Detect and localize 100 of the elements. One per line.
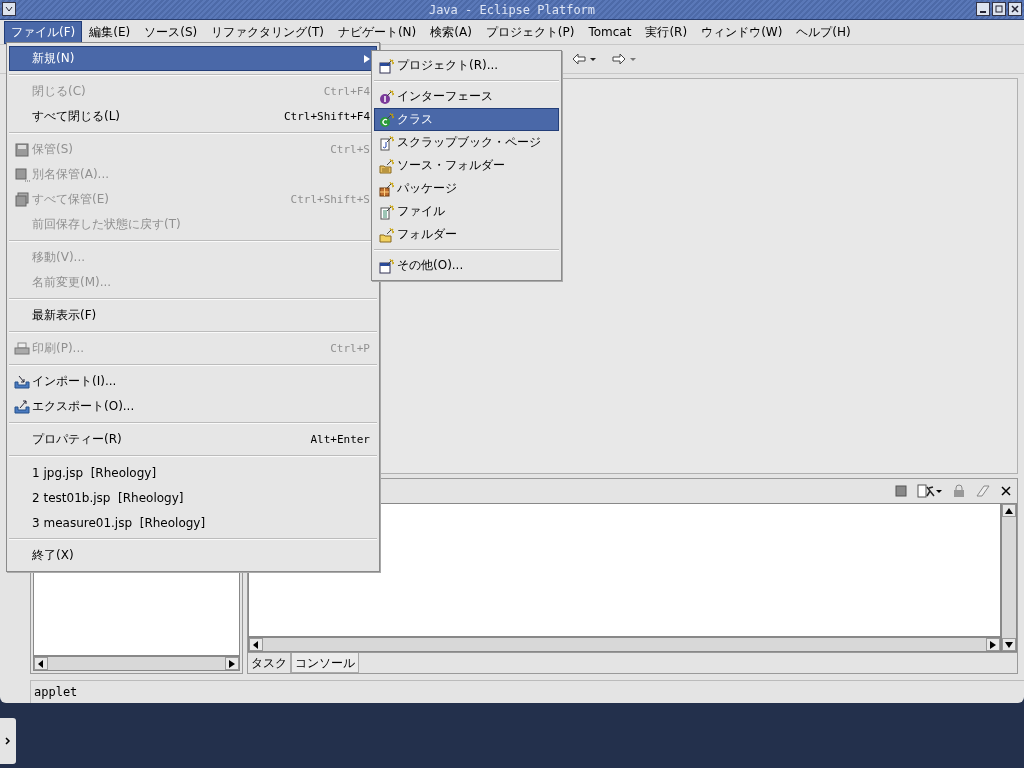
shortcut-text: Ctrl+Shift+F4 [283, 110, 370, 123]
new-interface-icon [379, 88, 395, 105]
import-icon [14, 373, 30, 390]
scroll-button[interactable] [34, 657, 48, 670]
menu-item[interactable]: 実行(R) [638, 20, 695, 44]
menu-item[interactable]: 検索(A) [423, 20, 479, 44]
menu-item-label: 終了(X) [32, 547, 75, 564]
horizontal-scrollbar[interactable] [248, 637, 1001, 652]
horizontal-scrollbar[interactable] [33, 656, 240, 671]
menu-item-label: プロパティー(R) [32, 431, 123, 448]
new-window-icon [379, 57, 395, 74]
close-icon[interactable] [1008, 2, 1022, 16]
menu-item[interactable]: ウィンドウ(W) [694, 20, 790, 44]
menu-item[interactable]: プロパティー(R) Alt+Enter [9, 427, 377, 452]
scroll-button[interactable] [225, 657, 239, 670]
menu-item[interactable]: ソース・フォルダー [374, 154, 559, 177]
close-icon[interactable] [1001, 486, 1011, 496]
menu-item[interactable]: 終了(X) [9, 543, 377, 568]
menu-item[interactable]: パッケージ [374, 177, 559, 200]
menu-item[interactable]: その他(O)... [374, 254, 559, 277]
vertical-scrollbar[interactable] [1001, 503, 1017, 652]
menu-item-label: クラス [397, 111, 434, 128]
printer-icon [14, 340, 30, 357]
status-text: applet [30, 680, 1024, 703]
export-icon [14, 398, 30, 415]
eraser-icon[interactable] [975, 484, 991, 498]
menu-item-label: 閉じる(C) [32, 83, 87, 100]
menu-item[interactable]: 編集(E) [82, 20, 138, 44]
new-class-icon [379, 111, 395, 128]
forward-arrow-icon[interactable] [612, 52, 638, 66]
menu-item-label: 印刷(P)... [32, 340, 86, 357]
menu-item[interactable]: 新規(N) [9, 46, 377, 71]
menu-item-label: 前回保存した状態に戻す(T) [32, 216, 182, 233]
back-arrow-icon[interactable] [572, 52, 598, 66]
menu-item[interactable]: クラス [374, 108, 559, 131]
window-title: Java - Eclipse Platform [428, 2, 596, 17]
menu-item-label: ソース・フォルダー [397, 157, 506, 174]
shortcut-text: Ctrl+P [330, 342, 370, 355]
menu-item[interactable]: 2 test01b.jsp [Rheology] [9, 485, 377, 510]
view-tab[interactable]: コンソール [291, 653, 359, 673]
menu-item[interactable]: リファクタリング(T) [204, 20, 331, 44]
menu-item[interactable]: ヘルプ(H) [789, 20, 858, 44]
left-arrow-icon [253, 640, 259, 649]
menu-item[interactable]: 3 measure01.jsp [Rheology] [9, 510, 377, 535]
shortcut-text: Ctrl+S [330, 143, 370, 156]
menu-item[interactable]: フォルダー [374, 223, 559, 246]
menu-item[interactable]: ファイル [374, 200, 559, 223]
right-arrow-icon [229, 659, 235, 668]
scroll-button[interactable] [249, 638, 263, 651]
menu-item[interactable]: ナビゲート(N) [330, 20, 424, 44]
left-arrow-icon [38, 659, 44, 668]
minimize-icon[interactable] [976, 2, 990, 16]
menu-item[interactable]: インターフェース [374, 85, 559, 108]
menu-item-label: 新規(N) [32, 50, 76, 67]
panel-toggle[interactable] [0, 718, 16, 764]
menu-item[interactable]: 1 jpg.jsp [Rheology] [9, 460, 377, 485]
new-page-icon [379, 134, 395, 151]
menu-item[interactable]: プロジェクト(R)... [374, 54, 559, 77]
menu-item-label: 名前変更(M)... [32, 274, 113, 291]
menu-item[interactable]: プロジェクト(P) [478, 20, 582, 44]
run-figure-icon[interactable] [917, 483, 943, 499]
menu-item[interactable]: 最新表示(F) [9, 303, 377, 328]
stop-icon[interactable] [895, 485, 907, 497]
up-arrow-icon [1005, 507, 1013, 514]
menu-item-label: フォルダー [397, 226, 458, 243]
menu-item[interactable]: エクスポート(O)... [9, 394, 377, 419]
menu-item-label: すべて閉じる(L) [32, 108, 122, 125]
new-package-icon [379, 180, 395, 197]
scroll-button[interactable] [986, 638, 1000, 651]
new-file-icon [379, 203, 395, 220]
menu-item[interactable]: ファイル(F) [4, 20, 83, 44]
menu-item[interactable]: インポート(I)... [9, 369, 377, 394]
menu-item[interactable]: Tomcat [581, 22, 639, 42]
shortcut-text: Ctrl+Shift+S [290, 193, 370, 206]
menu-item-label: プロジェクト(R)... [397, 57, 500, 74]
menu-item-label: 3 measure01.jsp [Rheology] [32, 515, 207, 530]
shortcut-text: Ctrl+F4 [323, 85, 370, 98]
menu-item[interactable]: ソース(S) [137, 20, 205, 44]
scroll-button[interactable] [1002, 638, 1016, 651]
scroll-button[interactable] [1002, 504, 1016, 517]
menu-item-label: インポート(I)... [32, 373, 118, 390]
disks-icon [14, 191, 30, 208]
menu-item-label: エクスポート(O)... [32, 398, 136, 415]
window-menu-icon[interactable] [2, 2, 16, 16]
menu-item-label: 2 test01b.jsp [Rheology] [32, 490, 185, 505]
disk-icon [14, 166, 30, 183]
new-window-icon [379, 257, 395, 274]
menu-item-label: インターフェース [397, 88, 494, 105]
menu-item-label: 1 jpg.jsp [Rheology] [32, 465, 158, 480]
menu-item-label: ファイル [397, 203, 446, 220]
shortcut-text: Alt+Enter [310, 433, 370, 446]
down-arrow-icon [1005, 641, 1013, 648]
menu-item-label: 保管(S) [32, 141, 74, 158]
new-folder-icon [379, 226, 395, 243]
lock-icon[interactable] [953, 484, 965, 498]
maximize-icon[interactable] [992, 2, 1006, 16]
menu-item-label: すべて保管(E) [32, 191, 110, 208]
menu-item[interactable]: スクラップブック・ページ [374, 131, 559, 154]
new-folder-icon [379, 157, 395, 174]
menu-item-label: 移動(V)... [32, 249, 86, 266]
